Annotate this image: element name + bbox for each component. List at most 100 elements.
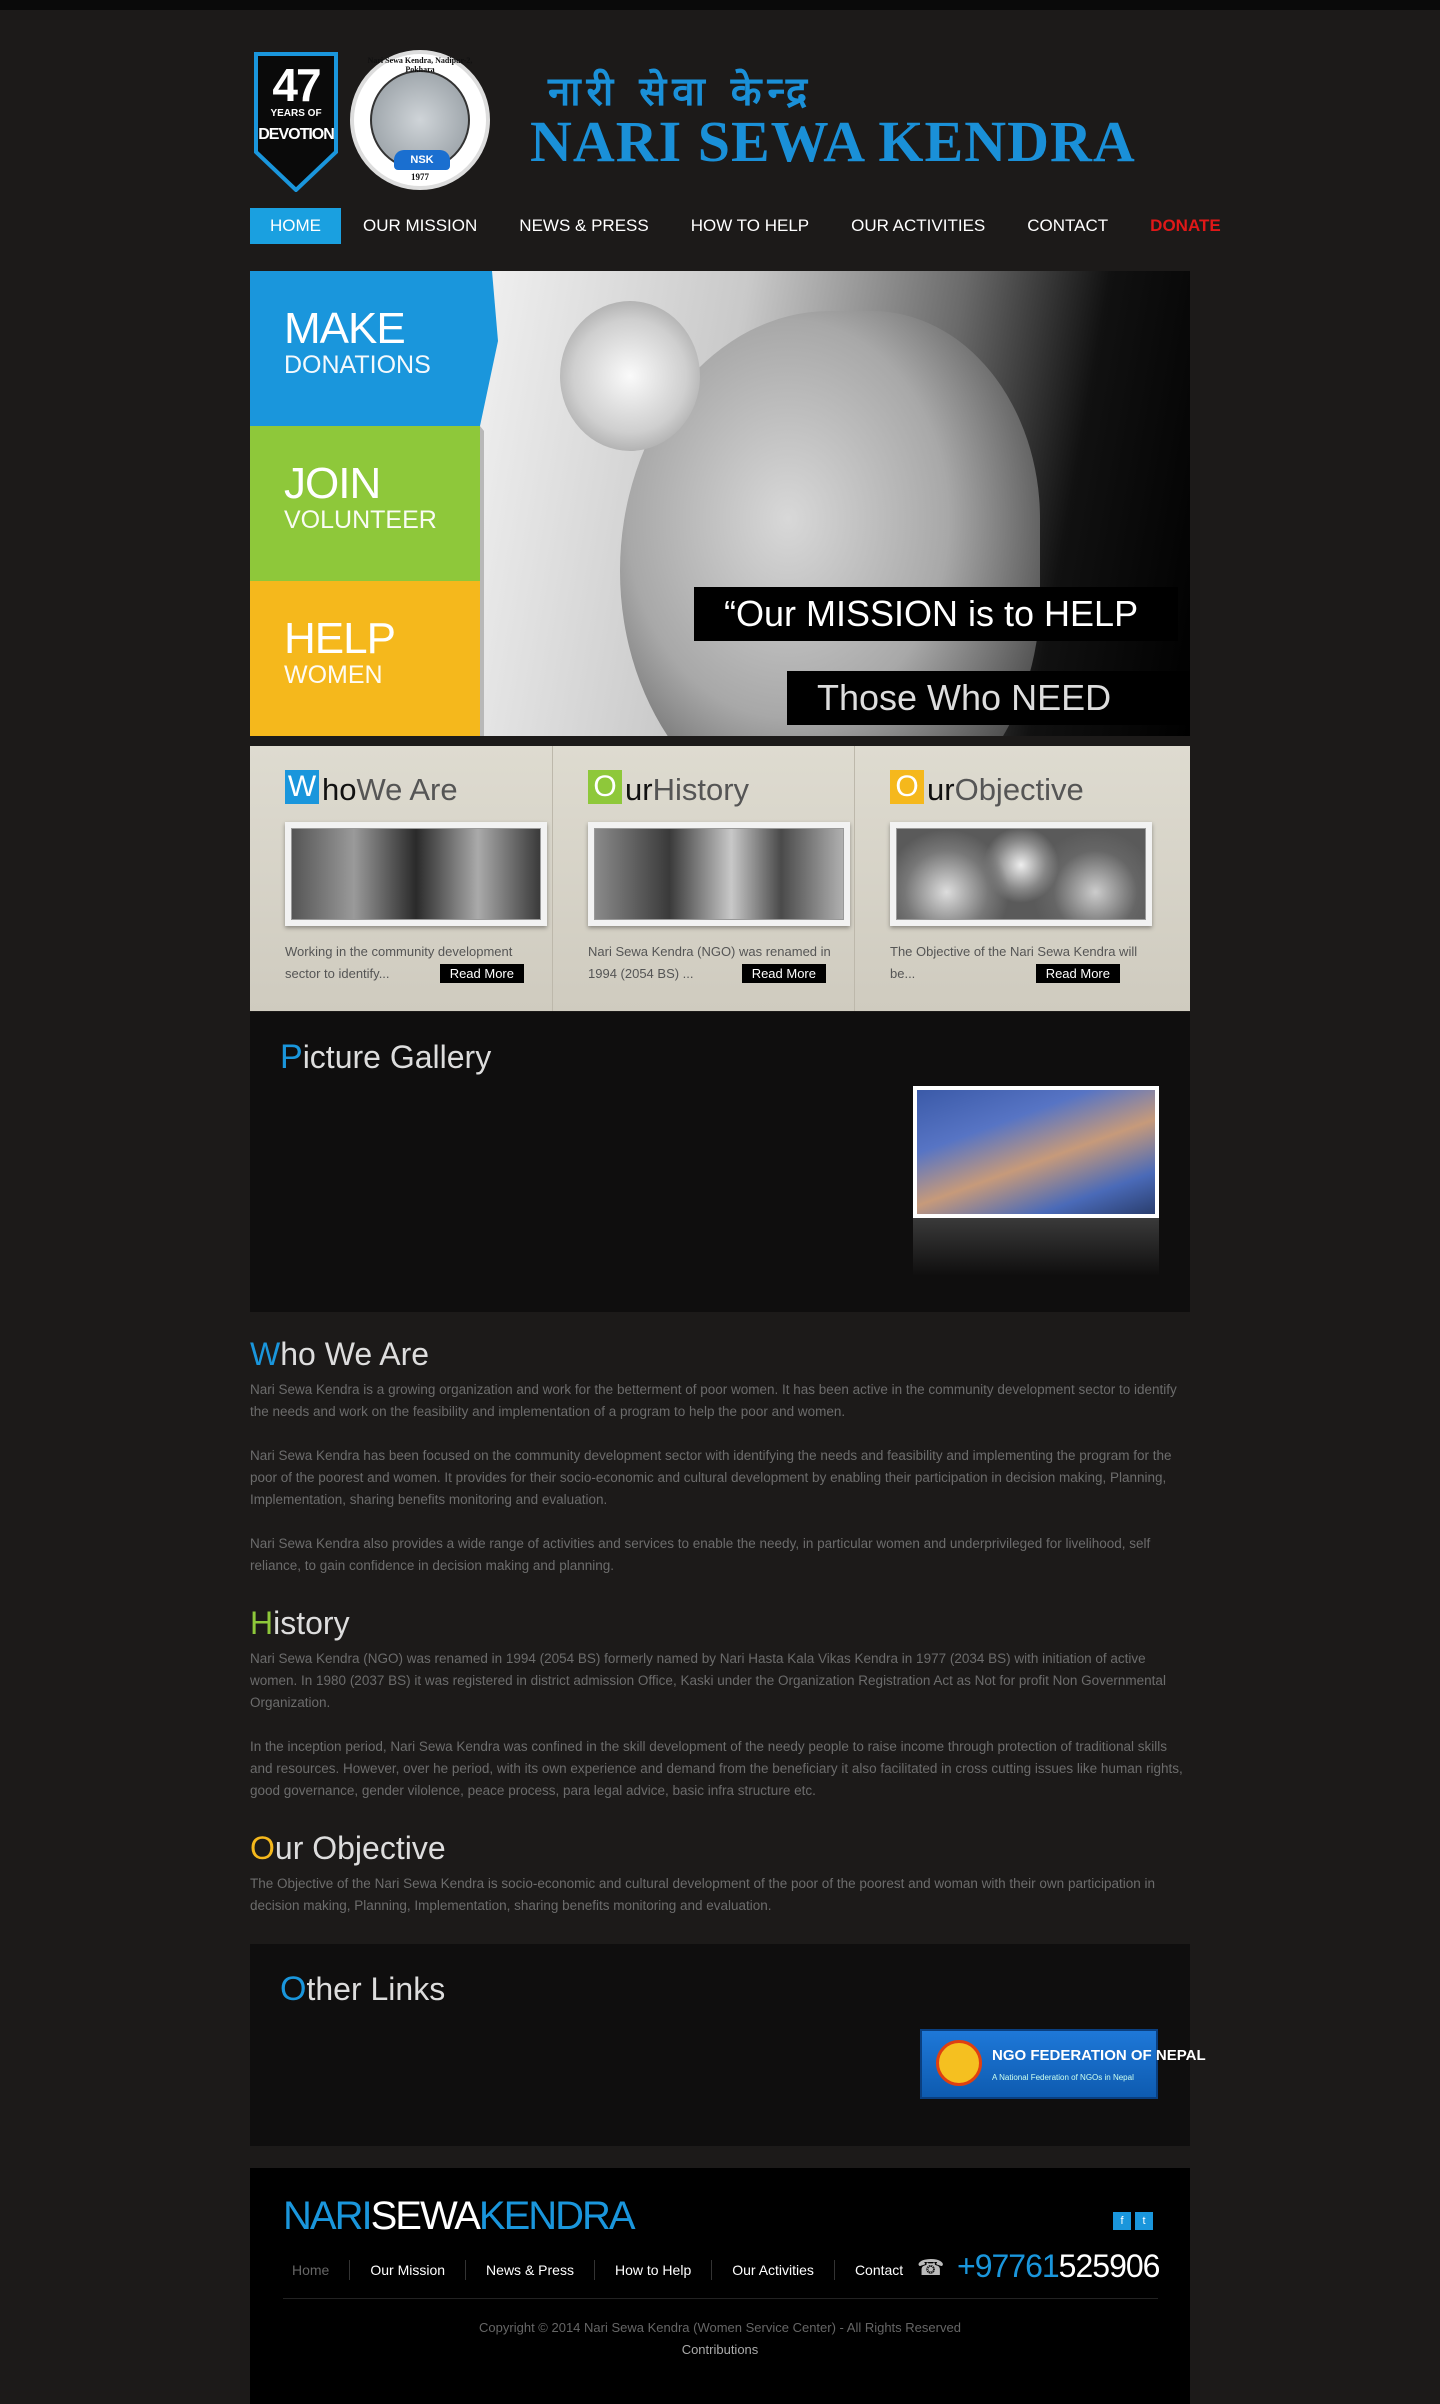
top-bar [0,0,1440,10]
section-heading: Our Objective [250,1830,1190,1867]
facebook-icon[interactable]: f [1113,2212,1131,2230]
badge-line2: DEVOTION [258,126,335,143]
footer-nav-our-activities[interactable]: Our Activities [712,2260,835,2280]
hero-quote-line2: Those Who NEED It” [787,671,1190,736]
tile-title: HELP [284,614,396,663]
section-heading: History [250,1605,1190,1642]
read-more-button[interactable]: Read More [741,964,826,983]
nav-home[interactable]: HOME [250,208,341,244]
nav-how-to-help[interactable]: HOW TO HELP [671,208,829,244]
read-more-button[interactable]: Read More [1035,964,1120,983]
footer-nav: Home Our Mission News & Press How to Hel… [272,2260,923,2280]
hero-quote-line1: “Our MISSION is to HELP [694,587,1179,641]
section-paragraph: Nari Sewa Kendra has been focused on the… [250,1448,1172,1507]
make-donations-tile[interactable]: MAKE DONATIONS [250,271,480,426]
nav-news-press[interactable]: NEWS & PRESS [499,208,668,244]
help-women-tile[interactable]: HELP WOMEN [250,581,480,736]
heading-rest: ur Objective [274,1830,446,1866]
heading-initial: O [250,1830,275,1866]
site-footer: NARISEWAKENDRA f t Home Our Mission News… [250,2168,1190,2404]
phone-suffix: 525906 [1058,2248,1161,2284]
copyright-text: Copyright © 2014 Nari Sewa Kendra (Women… [479,2320,961,2335]
brand-part: NARI [283,2194,373,2238]
gallery-title: Picture Gallery [280,1038,491,1077]
footer-divider [283,2298,1158,2299]
ngo-federation-link[interactable]: NGO FEDERATION OF NEPAL A National Feder… [920,2029,1206,2099]
nav-donate[interactable]: DONATE [1130,208,1241,244]
heading-initial: O [890,770,924,804]
heading-bold: ur [927,772,955,807]
tile-title: JOIN [284,459,381,508]
anniversary-badge: 47 YEARS OF DEVOTION [254,52,338,193]
footer-nav-news-press[interactable]: News & Press [466,2260,595,2280]
hero-image [470,271,1190,736]
column-who-we-are: WhoWe Are Working in the community devel… [250,746,552,1011]
who-we-are-section: Who We Are Nari Sewa Kendra is a growing… [250,1336,1190,1599]
title-rest: icture Gallery [302,1039,492,1075]
hero-banner: MAKE DONATIONS JOIN VOLUNTEER HELP WOMEN… [250,271,1190,736]
ngo-subtitle: A National Federation of NGOs in Nepal [992,2073,1134,2082]
title-initial: O [280,1970,307,2008]
site-title[interactable]: NARI SEWA KENDRA [530,108,1136,175]
organization-seal: Nari Sewa Kendra, Nadipur-2, Pokhara NSK… [350,50,490,190]
heading-rest: ho We Are [280,1336,430,1372]
gallery-photo[interactable] [913,1086,1159,1218]
column-heading: WhoWe Are [285,770,552,810]
tile-title: MAKE [284,304,406,353]
read-more-button[interactable]: Read More [439,964,524,983]
footer-nav-home[interactable]: Home [272,2260,351,2280]
footer-nav-how-to-help[interactable]: How to Help [595,2260,713,2280]
nav-our-mission[interactable]: OUR MISSION [343,208,497,244]
heading-bold: ho [322,772,357,807]
links-title: Other Links [280,1970,445,2009]
heading-initial: H [250,1605,274,1641]
heading-rest: istory [273,1605,350,1641]
tile-subtitle: VOLUNTEER [284,506,437,534]
seal-abbrev: NSK [394,150,450,170]
brand-part: SEWA [370,2194,481,2238]
column-thumbnail[interactable] [285,822,547,926]
gallery-reflection [913,1218,1159,1276]
heading-rest: History [652,772,750,807]
tile-subtitle: WOMEN [284,661,383,689]
column-thumbnail[interactable] [588,822,850,926]
heading-bold: ur [625,772,653,807]
heading-initial: W [285,770,319,804]
column-heading: OurObjective [890,770,1156,810]
heading-rest: We Are [356,772,458,807]
heading-initial: O [588,770,622,804]
column-our-history: OurHistory Nari Sewa Kendra (NGO) was re… [552,746,854,1011]
footer-nav-our-mission[interactable]: Our Mission [350,2260,467,2280]
history-section: History Nari Sewa Kendra (NGO) was renam… [250,1605,1190,1824]
nav-our-activities[interactable]: OUR ACTIVITIES [831,208,1005,244]
column-our-objective: OurObjective The Objective of the Nari S… [854,746,1156,1011]
footer-brand[interactable]: NARISEWAKENDRA [283,2194,636,2239]
brand-part: KENDRA [478,2194,636,2238]
heading-initial: W [250,1336,281,1372]
section-paragraph: In the inception period, Nari Sewa Kendr… [250,1739,1183,1798]
intro-columns: WhoWe Are Working in the community devel… [250,746,1190,1011]
hero-flower [560,301,700,451]
contributions-link[interactable]: Contributions [250,2342,1190,2357]
ngo-name: NGO FEDERATION OF NEPAL [992,2047,1206,2064]
phone-number: +97761525906 [957,2248,1161,2285]
footer-nav-contact[interactable]: Contact [835,2260,923,2280]
section-paragraph: Nari Sewa Kendra (NGO) was renamed in 19… [250,1651,1166,1710]
title-rest: ther Links [306,1971,446,2007]
badge-line1: YEARS OF [270,108,322,119]
objective-section: Our Objective The Objective of the Nari … [250,1830,1190,1939]
tile-arrow [480,271,498,736]
phone-prefix: +97761 [957,2248,1060,2284]
title-initial: P [280,1038,303,1076]
column-heading: OurHistory [588,770,854,810]
ngo-logo [936,2040,982,2086]
nav-contact[interactable]: CONTACT [1007,208,1128,244]
main-nav: HOME OUR MISSION NEWS & PRESS HOW TO HEL… [250,208,1221,244]
twitter-icon[interactable]: t [1135,2212,1153,2230]
join-volunteer-tile[interactable]: JOIN VOLUNTEER [250,426,480,581]
section-paragraph: Nari Sewa Kendra also provides a wide ra… [250,1536,1151,1573]
column-thumbnail[interactable] [890,822,1152,926]
section-paragraph: Nari Sewa Kendra is a growing organizati… [250,1382,1177,1419]
section-heading: Who We Are [250,1336,1190,1373]
badge-number: 47 [272,59,321,111]
